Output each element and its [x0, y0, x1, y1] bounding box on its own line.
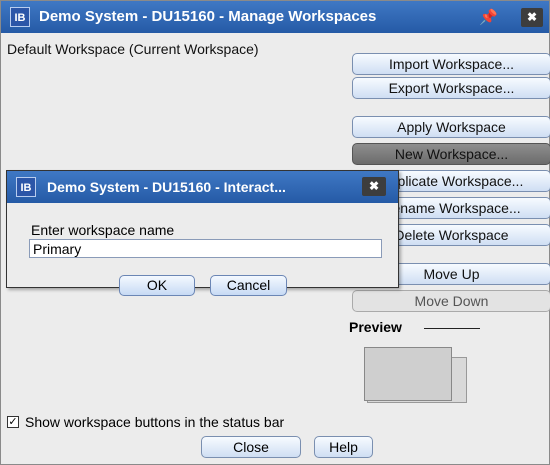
ok-button[interactable]: OK: [119, 275, 195, 296]
move-down-button: Move Down: [352, 290, 550, 312]
window-title: Demo System - DU15160 - Manage Workspace…: [39, 8, 377, 25]
preview-label: Preview: [349, 319, 402, 335]
show-workspace-buttons-option[interactable]: ✓ Show workspace buttons in the status b…: [7, 414, 284, 430]
help-button[interactable]: Help: [314, 436, 373, 458]
dialog-title-bar[interactable]: IB Demo System - DU15160 - Interact... ✖: [7, 171, 398, 203]
ib-logo-icon: IB: [10, 7, 30, 27]
close-button[interactable]: Close: [201, 436, 301, 458]
preview-divider: [424, 328, 480, 329]
export-workspace-button[interactable]: Export Workspace...: [352, 77, 550, 99]
new-workspace-button[interactable]: New Workspace...: [352, 143, 550, 165]
dialog-close-button[interactable]: ✖: [362, 177, 386, 196]
workspace-name-label: Enter workspace name: [31, 222, 175, 238]
dialog-title: Demo System - DU15160 - Interact...: [47, 179, 286, 195]
ib-logo-icon: IB: [16, 177, 36, 197]
apply-workspace-button[interactable]: Apply Workspace: [352, 116, 550, 138]
window-close-button[interactable]: ✖: [521, 8, 543, 27]
show-workspace-buttons-checkbox[interactable]: ✓: [7, 416, 19, 428]
import-workspace-button[interactable]: Import Workspace...: [352, 53, 550, 75]
workspace-list-item[interactable]: Default Workspace (Current Workspace): [7, 41, 259, 57]
cancel-button[interactable]: Cancel: [210, 275, 287, 296]
preview-window-front: [364, 347, 452, 401]
pin-icon[interactable]: 📌: [479, 8, 498, 26]
interactive-dialog: IB Demo System - DU15160 - Interact... ✖…: [6, 170, 399, 296]
workspace-name-input[interactable]: [29, 239, 382, 258]
title-bar[interactable]: IB Demo System - DU15160 - Manage Worksp…: [1, 1, 549, 33]
show-workspace-buttons-label: Show workspace buttons in the status bar: [25, 414, 285, 430]
